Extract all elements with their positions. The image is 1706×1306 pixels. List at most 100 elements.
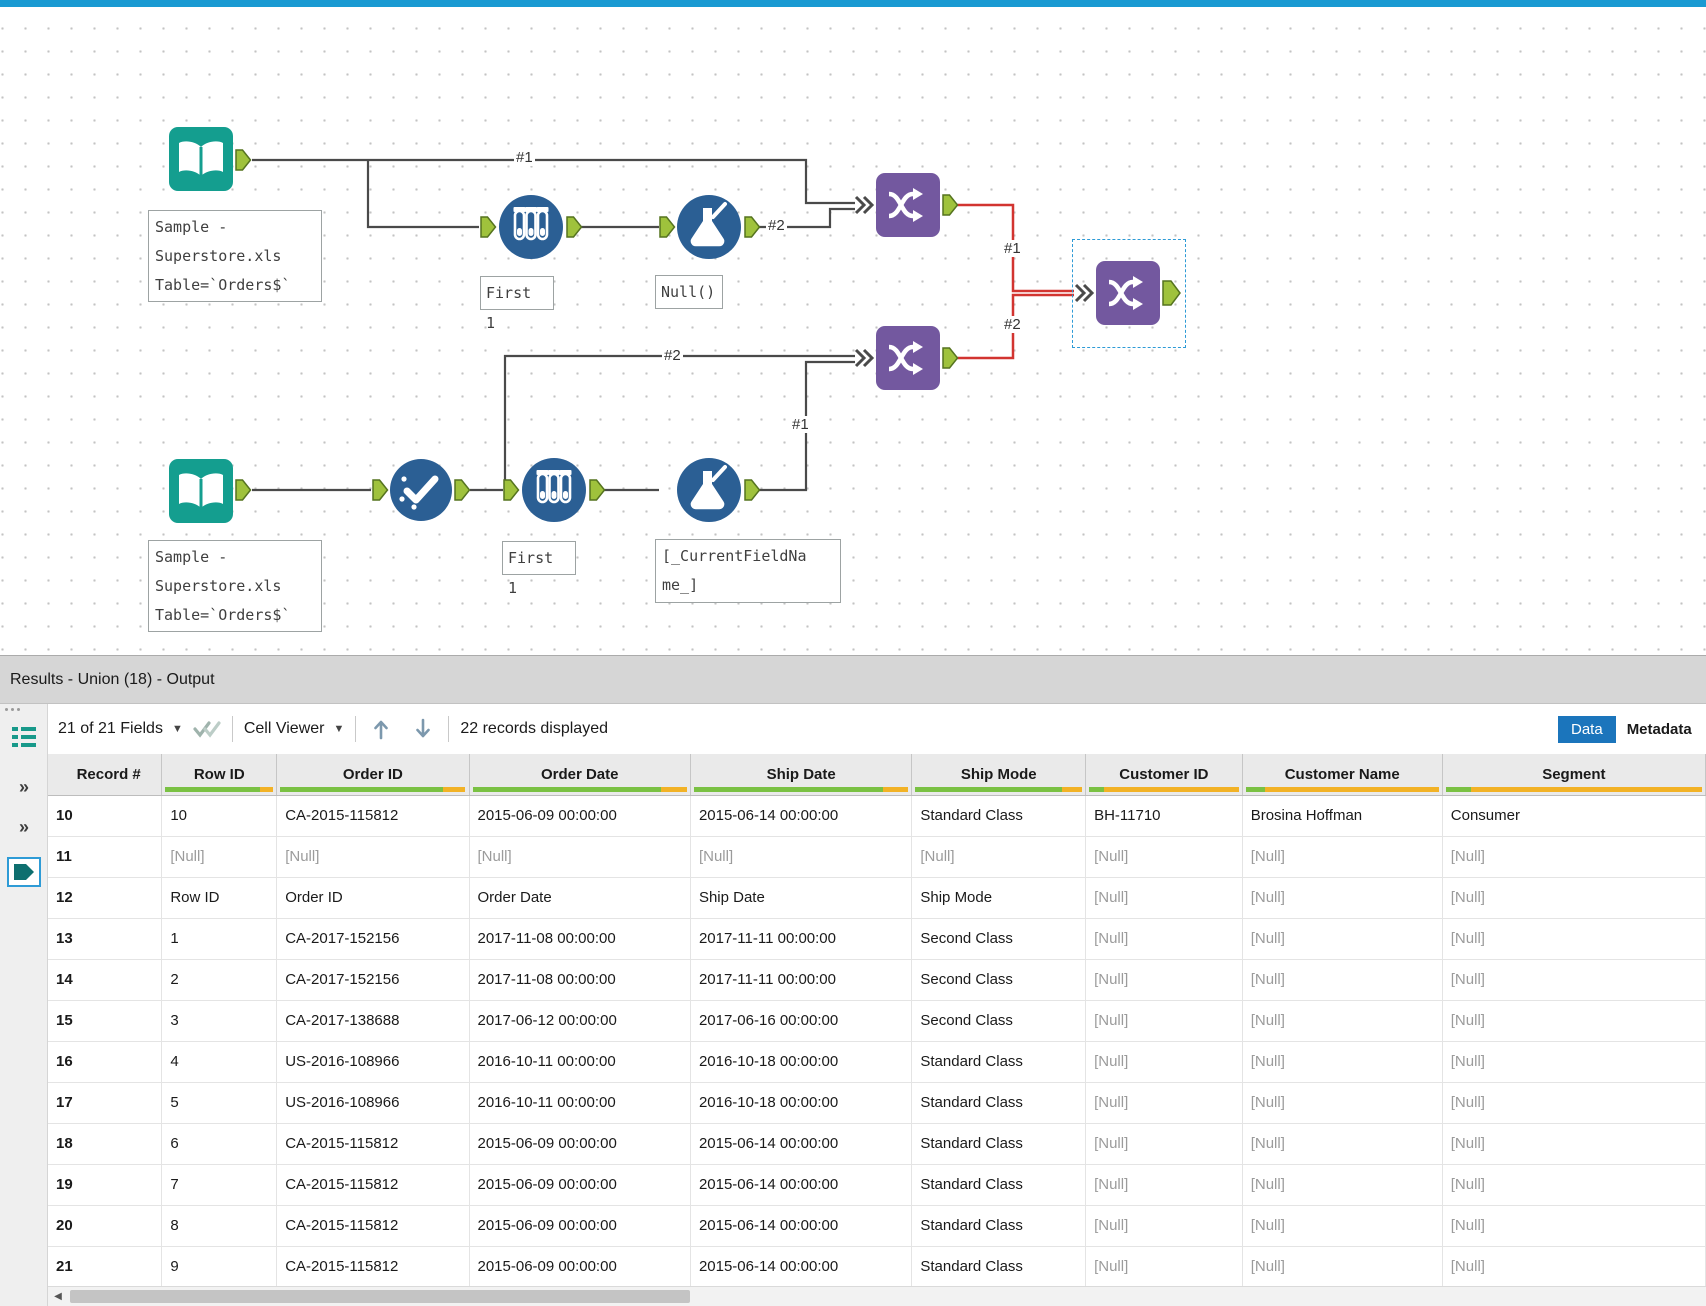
tool-formula-2[interactable] — [675, 456, 743, 529]
row-number[interactable]: 15 — [48, 1000, 163, 1042]
cell[interactable]: [Null] — [469, 836, 691, 878]
cell[interactable]: CA-2017-152156 — [276, 918, 470, 960]
move-up-button[interactable] — [367, 715, 395, 743]
scroll-left-button[interactable]: ◀ — [48, 1287, 68, 1306]
cell[interactable]: 2017-11-08 00:00:00 — [469, 918, 691, 960]
cell[interactable]: 8 — [161, 1205, 278, 1247]
panel-grip[interactable] — [5, 708, 20, 711]
cell[interactable]: Standard Class — [911, 1041, 1087, 1083]
cell[interactable]: [Null] — [1085, 1000, 1243, 1042]
tool-formula-1[interactable] — [675, 193, 743, 266]
cell[interactable]: [Null] — [1442, 1164, 1706, 1206]
table-row[interactable]: 20 8 CA-2015-115812 2015-06-09 00:00:00 2015… — [48, 1205, 1706, 1247]
table-row[interactable]: 18 6 CA-2015-115812 2015-06-09 00:00:00 2015… — [48, 1123, 1706, 1165]
cell[interactable]: [Null] — [1085, 1082, 1243, 1124]
cell[interactable]: Second Class — [911, 959, 1087, 1001]
annotation-sample-1[interactable]: First 1 — [480, 276, 554, 332]
cell[interactable]: 2015-06-09 00:00:00 — [469, 795, 691, 837]
tool-union-2[interactable] — [875, 325, 941, 396]
cell[interactable]: [Null] — [1085, 1205, 1243, 1247]
cell[interactable]: [Null] — [1442, 1123, 1706, 1165]
cell[interactable]: Standard Class — [911, 1246, 1087, 1286]
cell[interactable]: 2015-06-14 00:00:00 — [690, 1123, 913, 1165]
cell[interactable]: 2015-06-09 00:00:00 — [469, 1123, 691, 1165]
column-header[interactable]: Customer Name — [1242, 754, 1443, 796]
cell[interactable]: 6 — [161, 1123, 278, 1165]
cell[interactable]: 10 — [161, 795, 278, 837]
cell[interactable]: CA-2015-115812 — [276, 1246, 470, 1286]
cell[interactable]: [Null] — [1242, 1082, 1443, 1124]
annotation-formula-1[interactable]: Null() — [655, 275, 723, 309]
cell[interactable]: 3 — [161, 1000, 278, 1042]
cell[interactable]: 2017-11-08 00:00:00 — [469, 959, 691, 1001]
cell[interactable]: CA-2015-115812 — [276, 795, 470, 837]
cell[interactable]: [Null] — [1242, 1041, 1443, 1083]
cell[interactable]: CA-2017-138688 — [276, 1000, 470, 1042]
table-row[interactable]: 11 [Null] [Null] [Null] [Null] [Null] [Null] [N… — [48, 836, 1706, 878]
cell[interactable]: Second Class — [911, 1000, 1087, 1042]
scrollbar-thumb[interactable] — [70, 1290, 690, 1303]
cell[interactable]: [Null] — [1442, 1082, 1706, 1124]
cell[interactable]: [Null] — [1242, 1205, 1443, 1247]
cell[interactable]: 2015-06-09 00:00:00 — [469, 1164, 691, 1206]
tool-input-data-2[interactable] — [168, 458, 234, 529]
cell[interactable]: [Null] — [1442, 918, 1706, 960]
row-number[interactable]: 12 — [48, 877, 163, 919]
cell[interactable]: 2015-06-14 00:00:00 — [690, 1164, 913, 1206]
cell[interactable]: [Null] — [1085, 1246, 1243, 1286]
cell[interactable]: [Null] — [1085, 918, 1243, 960]
cell[interactable]: Order ID — [276, 877, 470, 919]
column-header[interactable]: Customer ID — [1085, 754, 1243, 796]
cell[interactable]: [Null] — [1085, 836, 1243, 878]
cell[interactable]: [Null] — [1242, 959, 1443, 1001]
cell[interactable]: [Null] — [1442, 959, 1706, 1001]
annotation-input-1[interactable]: Sample - Superstore.xls Table=`Orders$` — [148, 210, 322, 302]
cell[interactable]: [Null] — [1242, 1123, 1443, 1165]
cell[interactable]: Ship Date — [690, 877, 913, 919]
cell[interactable]: US-2016-108966 — [276, 1082, 470, 1124]
cell[interactable]: [Null] — [1242, 1164, 1443, 1206]
cell[interactable]: 2017-06-16 00:00:00 — [690, 1000, 913, 1042]
tool-unique[interactable] — [389, 458, 453, 527]
cell[interactable]: [Null] — [690, 836, 913, 878]
apply-button[interactable] — [193, 715, 221, 743]
cell[interactable]: [Null] — [1442, 1246, 1706, 1286]
tool-union-output-selected[interactable] — [1095, 260, 1161, 331]
cell[interactable]: [Null] — [1085, 877, 1243, 919]
table-row[interactable]: 12 Row ID Order ID Order Date Ship Date Ship … — [48, 877, 1706, 919]
move-down-button[interactable] — [409, 715, 437, 743]
cell[interactable]: 2017-11-11 00:00:00 — [690, 959, 913, 1001]
cell[interactable]: [Null] — [1085, 959, 1243, 1001]
horizontal-scrollbar[interactable]: ◀ — [48, 1286, 1706, 1306]
cell[interactable]: 7 — [161, 1164, 278, 1206]
table-row[interactable]: 21 9 CA-2015-115812 2015-06-09 00:00:00 2015… — [48, 1246, 1706, 1286]
results-title-bar[interactable]: Results - Union (18) - Output — [0, 656, 1706, 704]
column-header[interactable]: Order Date — [469, 754, 691, 796]
cell[interactable]: 9 — [161, 1246, 278, 1286]
workflow-canvas[interactable]: Sample - Superstore.xls Table=`Orders$` … — [0, 0, 1706, 655]
row-number[interactable]: 19 — [48, 1164, 163, 1206]
cell[interactable]: Standard Class — [911, 1164, 1087, 1206]
cell[interactable]: 2 — [161, 959, 278, 1001]
cell[interactable]: CA-2015-115812 — [276, 1164, 470, 1206]
cell[interactable]: 2017-06-12 00:00:00 — [469, 1000, 691, 1042]
cell[interactable]: Standard Class — [911, 1205, 1087, 1247]
annotation-formula-2[interactable]: [_CurrentFieldNa me_] — [655, 539, 841, 603]
table-row[interactable]: 19 7 CA-2015-115812 2015-06-09 00:00:00 2015… — [48, 1164, 1706, 1206]
row-number[interactable]: 14 — [48, 959, 163, 1001]
table-row[interactable]: 10 10 CA-2015-115812 2015-06-09 00:00:00 201… — [48, 795, 1706, 837]
cell[interactable]: [Null] — [1442, 1000, 1706, 1042]
tool-input-data-1[interactable] — [168, 126, 234, 197]
cell[interactable]: [Null] — [1442, 1205, 1706, 1247]
column-header[interactable]: Row ID — [161, 754, 278, 796]
cell[interactable]: 2015-06-14 00:00:00 — [690, 795, 913, 837]
table-row[interactable]: 13 1 CA-2017-152156 2017-11-08 00:00:00 2017… — [48, 918, 1706, 960]
row-number[interactable]: 21 — [48, 1246, 163, 1286]
cell[interactable]: [Null] — [1242, 836, 1443, 878]
cell[interactable]: US-2016-108966 — [276, 1041, 470, 1083]
table-row[interactable]: 16 4 US-2016-108966 2016-10-11 00:00:00 2016… — [48, 1041, 1706, 1083]
cell[interactable]: 2017-11-11 00:00:00 — [690, 918, 913, 960]
cell[interactable]: 2015-06-09 00:00:00 — [469, 1246, 691, 1286]
cell[interactable]: [Null] — [1242, 1000, 1443, 1042]
cell[interactable]: Standard Class — [911, 1123, 1087, 1165]
